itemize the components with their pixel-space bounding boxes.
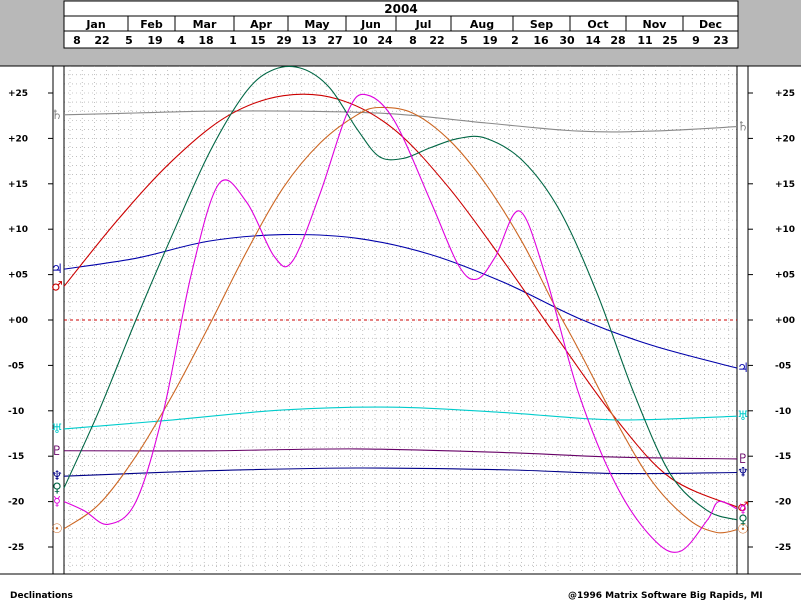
day-tick-label: 22	[94, 34, 109, 47]
day-tick-label: 10	[352, 34, 368, 47]
day-tick-label: 29	[276, 34, 291, 47]
month-label: Jan	[85, 18, 105, 31]
day-tick-label: 16	[533, 34, 549, 47]
planet-glyph-start: ♅	[51, 422, 63, 437]
day-tick-label: 11	[637, 34, 652, 47]
y-tick-label-left: -15	[8, 452, 24, 462]
planet-glyph-end: ♃	[737, 361, 749, 376]
day-tick-label: 13	[301, 34, 316, 47]
planet-glyph-end: ♄	[737, 120, 749, 135]
y-tick-label-left: -05	[8, 361, 24, 371]
day-tick-label: 15	[250, 34, 265, 47]
day-tick-label: 14	[585, 34, 601, 47]
day-tick-label: 28	[610, 34, 625, 47]
day-tick-label: 30	[559, 34, 575, 47]
y-tick-label-right: -10	[775, 407, 791, 417]
footer-left-label: Declinations	[10, 591, 73, 601]
planet-glyph-end: ♅	[737, 409, 749, 424]
day-tick-label: 8	[73, 34, 81, 47]
y-tick-label-left: -10	[8, 407, 24, 417]
month-label: Nov	[643, 18, 668, 31]
y-tick-label-right: -15	[775, 452, 791, 462]
planet-glyph-start: ♄	[51, 108, 63, 123]
month-label: Aug	[470, 18, 494, 31]
y-tick-label-right: +00	[775, 316, 795, 326]
planet-glyph-end: ☿	[739, 502, 747, 517]
chart-window: 2004 Jan Feb Mar Apr May Jun Jul Aug Sep Oct Nov De…	[0, 0, 801, 604]
y-tick-label-left: +10	[8, 225, 28, 235]
day-tick-label: 8	[409, 34, 417, 47]
y-tick-label-left: +25	[8, 89, 28, 99]
y-tick-label-left: -25	[8, 543, 24, 553]
day-tick-label: 25	[662, 34, 677, 47]
month-label: Apr	[250, 18, 272, 31]
y-tick-label-left: +15	[8, 180, 28, 190]
y-tick-label-right: -05	[775, 361, 791, 371]
footer-copyright: @1996 Matrix Software Big Rapids, MI	[568, 591, 763, 601]
day-tick-label: 23	[713, 34, 728, 47]
day-tick-label: 19	[147, 34, 162, 47]
y-tick-label-right: -20	[775, 498, 791, 508]
day-tick-label: 9	[692, 34, 700, 47]
day-tick-label: 18	[198, 34, 213, 47]
day-tick-label: 4	[177, 34, 185, 47]
y-tick-label-right: -25	[775, 543, 791, 553]
day-tick-label: 24	[377, 34, 393, 47]
day-tick-label: 5	[460, 34, 468, 47]
day-tick-label: 27	[327, 34, 342, 47]
y-tick-label-left: +00	[8, 316, 28, 326]
day-tick-label: 1	[229, 34, 237, 47]
planet-glyph-start: ☿	[53, 495, 61, 510]
day-tick-label: 5	[125, 34, 133, 47]
month-label: Jun	[360, 18, 381, 31]
month-label: Mar	[193, 18, 217, 31]
y-tick-label-left: +20	[8, 134, 28, 144]
planet-glyph-end: ☉	[737, 523, 749, 538]
month-label: Sep	[530, 18, 553, 31]
month-label: May	[304, 18, 329, 31]
day-tick-label: 2	[511, 34, 519, 47]
planet-glyph-start: ♇	[51, 444, 63, 459]
planet-glyph-start: ♃	[51, 262, 63, 277]
month-label: Feb	[140, 18, 163, 31]
planet-glyph-start: ☉	[51, 522, 63, 537]
y-tick-label-left: +05	[8, 271, 28, 281]
y-tick-label-left: -20	[8, 498, 24, 508]
y-tick-label-right: +25	[775, 89, 795, 99]
day-tick-label: 19	[482, 34, 497, 47]
month-label: Dec	[699, 18, 722, 31]
planet-glyph-start: ♂	[51, 279, 63, 294]
y-tick-label-right: +05	[775, 271, 795, 281]
chart-title: 2004	[384, 2, 417, 16]
day-tick-label: 22	[429, 34, 444, 47]
month-label: Oct	[587, 18, 608, 31]
y-tick-label-right: +15	[775, 180, 795, 190]
y-tick-label-right: +20	[775, 134, 795, 144]
month-label: Jul	[415, 18, 432, 31]
declination-chart: 2004 Jan Feb Mar Apr May Jun Jul Aug Sep Oct Nov De…	[0, 0, 801, 604]
planet-glyph-end: ♆	[737, 466, 749, 481]
y-tick-label-right: +10	[775, 225, 795, 235]
